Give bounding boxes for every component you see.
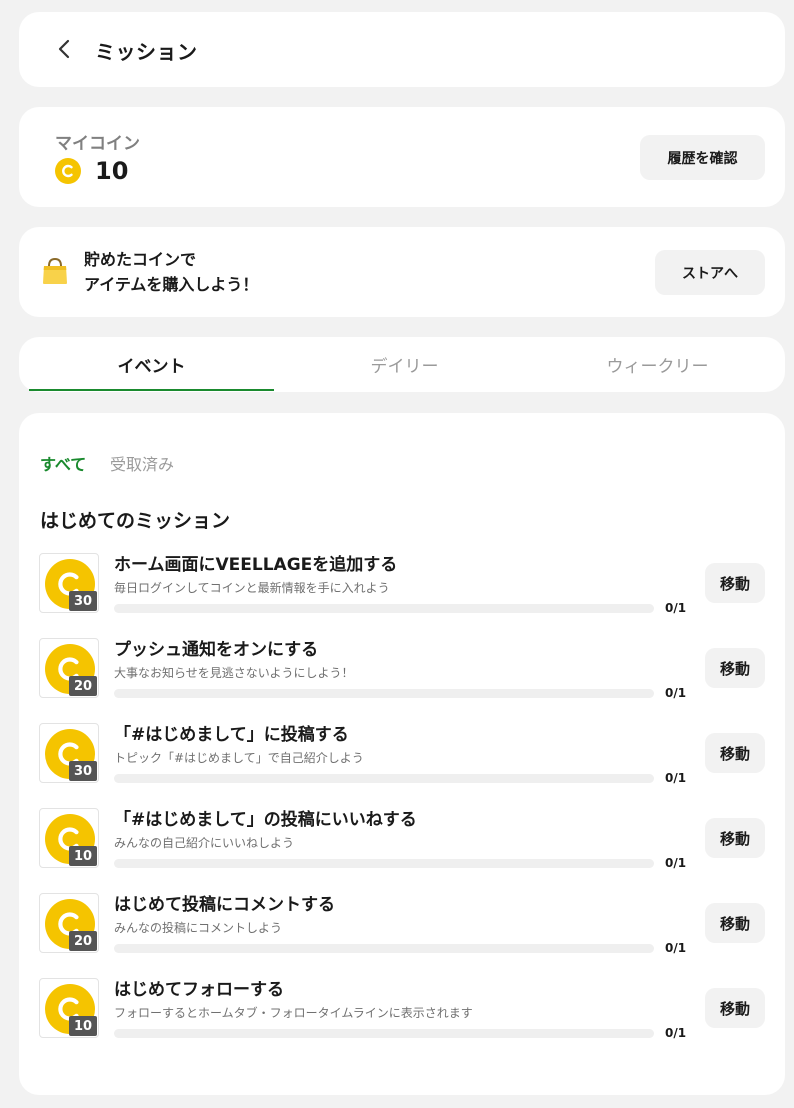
progress-bar (114, 1029, 654, 1038)
mission-title: ホーム画面にVEELLAGEを追加する (114, 555, 398, 575)
reward-badge: 20 (39, 638, 99, 698)
tab-event[interactable]: イベント (29, 337, 274, 392)
reward-amount: 20 (69, 676, 97, 696)
coin-label: マイコイン (55, 134, 140, 154)
move-button[interactable]: 移動 (705, 733, 765, 773)
progress-text: 0/1 (665, 941, 687, 955)
reward-amount: 20 (69, 931, 97, 951)
section-title: はじめてのミッション (40, 510, 231, 532)
mission-description: 毎日ログインしてコインと最新情報を手に入れよう (114, 581, 390, 595)
progress-bar (114, 859, 654, 868)
mission-title: はじめて投稿にコメントする (114, 895, 335, 915)
store-banner: 貯めたコインで アイテムを購入しよう！ ストアへ (19, 227, 785, 317)
reward-amount: 10 (69, 846, 97, 866)
coin-icon (55, 158, 81, 184)
mission-title: はじめてフォローする (114, 980, 284, 1000)
move-button[interactable]: 移動 (705, 563, 765, 603)
store-message: 貯めたコインで アイテムを購入しよう！ (84, 247, 258, 297)
reward-badge: 10 (39, 808, 99, 868)
shopping-bag-icon (43, 257, 67, 284)
coin-value: 10 (95, 157, 129, 185)
coin-balance: 10 (55, 157, 128, 185)
mission-description: みんなの自己紹介にいいねしよう (114, 836, 295, 850)
page-title: ミッション (95, 40, 198, 64)
mission-description: 大事なお知らせを見逃さないようにしよう！ (114, 666, 354, 680)
mission-title: プッシュ通知をオンにする (114, 640, 319, 660)
history-button[interactable]: 履歴を確認 (640, 135, 765, 180)
store-message-line1: 貯めたコインで (84, 250, 197, 269)
move-button[interactable]: 移動 (705, 903, 765, 943)
reward-badge: 30 (39, 723, 99, 783)
reward-badge: 20 (39, 893, 99, 953)
chevron-left-icon (58, 39, 70, 59)
mission-item: 20 プッシュ通知をオンにする 大事なお知らせを見逃さないようにしよう！ 0/1… (19, 638, 785, 723)
progress-text: 0/1 (665, 856, 687, 870)
mission-title: 「#はじめまして」に投稿する (114, 725, 349, 745)
reward-badge: 30 (39, 553, 99, 613)
store-message-line2: アイテムを購入しよう！ (84, 275, 259, 294)
coin-balance-card: マイコイン 10 履歴を確認 (19, 107, 785, 207)
tab-daily[interactable]: デイリー (282, 337, 527, 392)
move-button[interactable]: 移動 (705, 648, 765, 688)
mission-item: 30 ホーム画面にVEELLAGEを追加する 毎日ログインしてコインと最新情報を… (19, 553, 785, 638)
progress-text: 0/1 (665, 1026, 687, 1040)
mission-item: 10 「#はじめまして」の投稿にいいねする みんなの自己紹介にいいねしよう 0/… (19, 808, 785, 893)
filter-received[interactable]: 受取済み (110, 451, 174, 475)
reward-amount: 30 (69, 761, 97, 781)
reward-amount: 10 (69, 1016, 97, 1036)
mission-item: 20 はじめて投稿にコメントする みんなの投稿にコメントしよう 0/1 移動 (19, 893, 785, 978)
mission-list-card: すべて 受取済み はじめてのミッション 30 ホーム画面にVEELLAGEを追加… (19, 413, 785, 1095)
tab-weekly[interactable]: ウィークリー (535, 337, 780, 392)
reward-amount: 30 (69, 591, 97, 611)
mission-title: 「#はじめまして」の投稿にいいねする (114, 810, 417, 830)
mission-description: みんなの投稿にコメントしよう (114, 921, 283, 935)
active-tab-indicator (29, 389, 274, 391)
mission-description: トピック「#はじめまして」で自己紹介しよう (114, 751, 364, 765)
mission-item: 30 「#はじめまして」に投稿する トピック「#はじめまして」で自己紹介しよう … (19, 723, 785, 808)
progress-bar (114, 689, 654, 698)
move-button[interactable]: 移動 (705, 818, 765, 858)
tab-bar: イベント デイリー ウィークリー (19, 337, 785, 392)
progress-bar (114, 944, 654, 953)
store-button[interactable]: ストアへ (655, 250, 765, 295)
progress-bar (114, 774, 654, 783)
progress-bar (114, 604, 654, 613)
filter-all[interactable]: すべて (40, 451, 86, 475)
progress-text: 0/1 (665, 686, 687, 700)
progress-text: 0/1 (665, 771, 687, 785)
reward-badge: 10 (39, 978, 99, 1038)
header-bar: ミッション (19, 12, 785, 87)
back-button[interactable] (49, 34, 79, 64)
progress-text: 0/1 (665, 601, 687, 615)
mission-description: フォローするとホームタブ・フォロータイムラインに表示されます (114, 1006, 473, 1020)
mission-item: 10 はじめてフォローする フォローするとホームタブ・フォロータイムラインに表示… (19, 978, 785, 1063)
move-button[interactable]: 移動 (705, 988, 765, 1028)
